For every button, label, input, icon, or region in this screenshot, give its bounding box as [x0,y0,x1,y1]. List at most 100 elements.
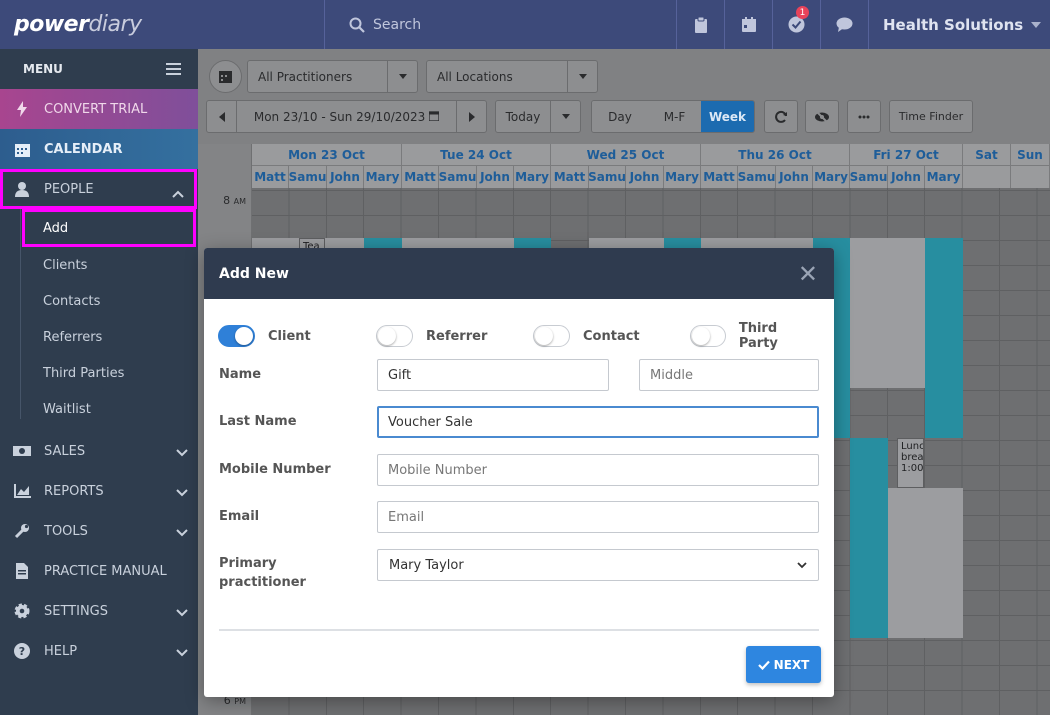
primary-practitioner-select[interactable]: Mary Taylor [377,549,819,581]
more-options-button[interactable] [847,100,881,133]
close-icon[interactable]: ✕ [798,262,818,286]
lightning-icon [12,101,32,117]
practitioners-filter[interactable]: All Practitioners [247,60,418,93]
mobile-input[interactable] [377,454,819,486]
sidebar-item-calendar[interactable]: CALENDAR [0,129,198,169]
prev-week-button[interactable] [207,101,237,132]
sidebar-subitem-contacts[interactable]: Contacts [20,283,198,319]
sidebar-item-label: PRACTICE MANUAL [44,563,167,579]
appointment-lunch-break[interactable]: Lunch break 1:00 [897,438,924,488]
logo-text-bold: power [14,12,89,37]
clipboard-button[interactable] [676,0,724,49]
third-party-switch[interactable] [690,325,726,347]
chevron-down-icon [398,74,407,79]
date-picker-button[interactable] [209,60,242,93]
sidebar-item-settings[interactable]: SETTINGS [0,591,198,631]
eye-slash-icon [815,110,829,123]
sidebar-subitem-add[interactable]: Add [22,209,196,247]
contact-type-toggles: Client Referrer Contact Third Party [218,321,818,351]
chevron-down-icon [176,606,188,621]
primary-label-line2: practitioner [219,575,306,590]
practitioner-header: Samu [289,166,327,188]
view-mf-button[interactable]: M-F [648,101,701,132]
hamburger-icon[interactable] [166,63,181,75]
sidebar-item-reports[interactable]: REPORTS [0,471,198,511]
locations-filter[interactable]: All Locations [426,60,598,93]
refresh-icon [775,110,787,123]
help-circle-icon: ? [12,643,32,659]
referrer-switch[interactable] [376,325,413,347]
chevron-down-icon [176,646,188,661]
sidebar-subitem-clients[interactable]: Clients [20,247,198,283]
day-header[interactable]: Tue 24 Oct [402,144,551,166]
contact-switch[interactable] [533,325,570,347]
next-button[interactable]: NEXT [746,646,821,683]
tasks-button[interactable]: 1 [772,0,820,49]
sidebar: MENU CONVERT TRIAL CALENDAR PEOPLE Add C… [0,49,198,715]
toggle-referrer[interactable]: Referrer [376,324,487,348]
availability-block [888,488,963,638]
sidebar-item-label: REPORTS [44,483,104,499]
first-name-input[interactable] [377,359,609,391]
sidebar-subitem-waitlist[interactable]: Waitlist [20,391,198,427]
sidebar-subitem-referrers[interactable]: Referrers [20,319,198,355]
sidebar-item-tools[interactable]: TOOLS [0,511,198,551]
day-header[interactable]: Thu 26 Oct [701,144,850,166]
chevron-up-icon [172,187,184,202]
day-header[interactable]: Wed 25 Oct [551,144,701,166]
chevron-down-icon [176,446,188,461]
client-switch[interactable] [218,325,255,347]
toggle-client[interactable]: Client [218,324,311,348]
time-8am-hour: 8 [223,194,231,207]
view-day-button[interactable]: Day [592,101,648,132]
powerdiary-logo[interactable]: power diary [0,0,325,49]
primary-practitioner-value: Mary Taylor [389,557,464,573]
organization-dropdown[interactable]: Health Solutions [868,0,1050,49]
sidebar-item-people[interactable]: PEOPLE [0,169,197,209]
sidebar-item-help[interactable]: ? HELP [0,631,198,671]
ellipsis-icon [858,115,870,118]
practitioner-header: Samu [738,166,776,188]
sidebar-item-convert-trial[interactable]: CONVERT TRIAL [0,89,198,129]
user-icon [12,181,32,197]
last-name-input[interactable] [377,406,819,438]
practitioner-header: Samu [850,166,888,188]
time-finder-button[interactable]: Time Finder [889,100,973,133]
messages-button[interactable] [820,0,868,49]
view-switcher: Day M-F Week [591,100,755,133]
day-header[interactable]: Sun [1011,144,1050,166]
wrench-icon [12,523,32,539]
sidebar-subitem-third-parties[interactable]: Third Parties [20,355,198,391]
menu-header: MENU [0,49,198,89]
search-box[interactable]: Search [325,0,676,49]
time-label-8am: 8 AM [223,194,246,207]
time-8am-suffix: AM [233,197,246,206]
chevron-down-icon [578,74,587,79]
day-header[interactable]: Mon 23 Oct [252,144,402,166]
calendar-icon [428,110,440,122]
date-range-label[interactable]: Mon 23/10 - Sun 29/10/2023 [237,110,456,124]
day-header[interactable]: Sat [963,144,1011,166]
today-dropdown[interactable]: Today [495,100,581,133]
locations-filter-value: All Locations [437,69,513,84]
day-header[interactable]: Fri 27 Oct [850,144,963,166]
date-range-text: Mon 23/10 - Sun 29/10/2023 [253,109,426,124]
chevron-down-icon [1031,21,1042,28]
sidebar-item-practice-manual[interactable]: PRACTICE MANUAL [0,551,198,591]
next-button-label: NEXT [773,657,810,672]
practitioner-header: Samu [439,166,477,188]
sidebar-item-sales[interactable]: SALES [0,431,198,471]
email-input[interactable] [377,501,819,533]
next-week-button[interactable] [456,101,486,132]
toggle-contact[interactable]: Contact [533,324,640,348]
primary-label-line1: Primary [219,556,277,571]
document-icon [12,563,32,579]
middle-name-input[interactable] [639,359,819,391]
refresh-button[interactable] [764,100,798,133]
sidebar-item-label: CALENDAR [44,141,123,157]
practitioner-header: Matt [252,166,289,188]
hide-button[interactable] [805,100,839,133]
toggle-third-party[interactable]: Third Party [690,321,818,351]
view-week-button[interactable]: Week [701,101,754,132]
calendar-button[interactable] [724,0,772,49]
